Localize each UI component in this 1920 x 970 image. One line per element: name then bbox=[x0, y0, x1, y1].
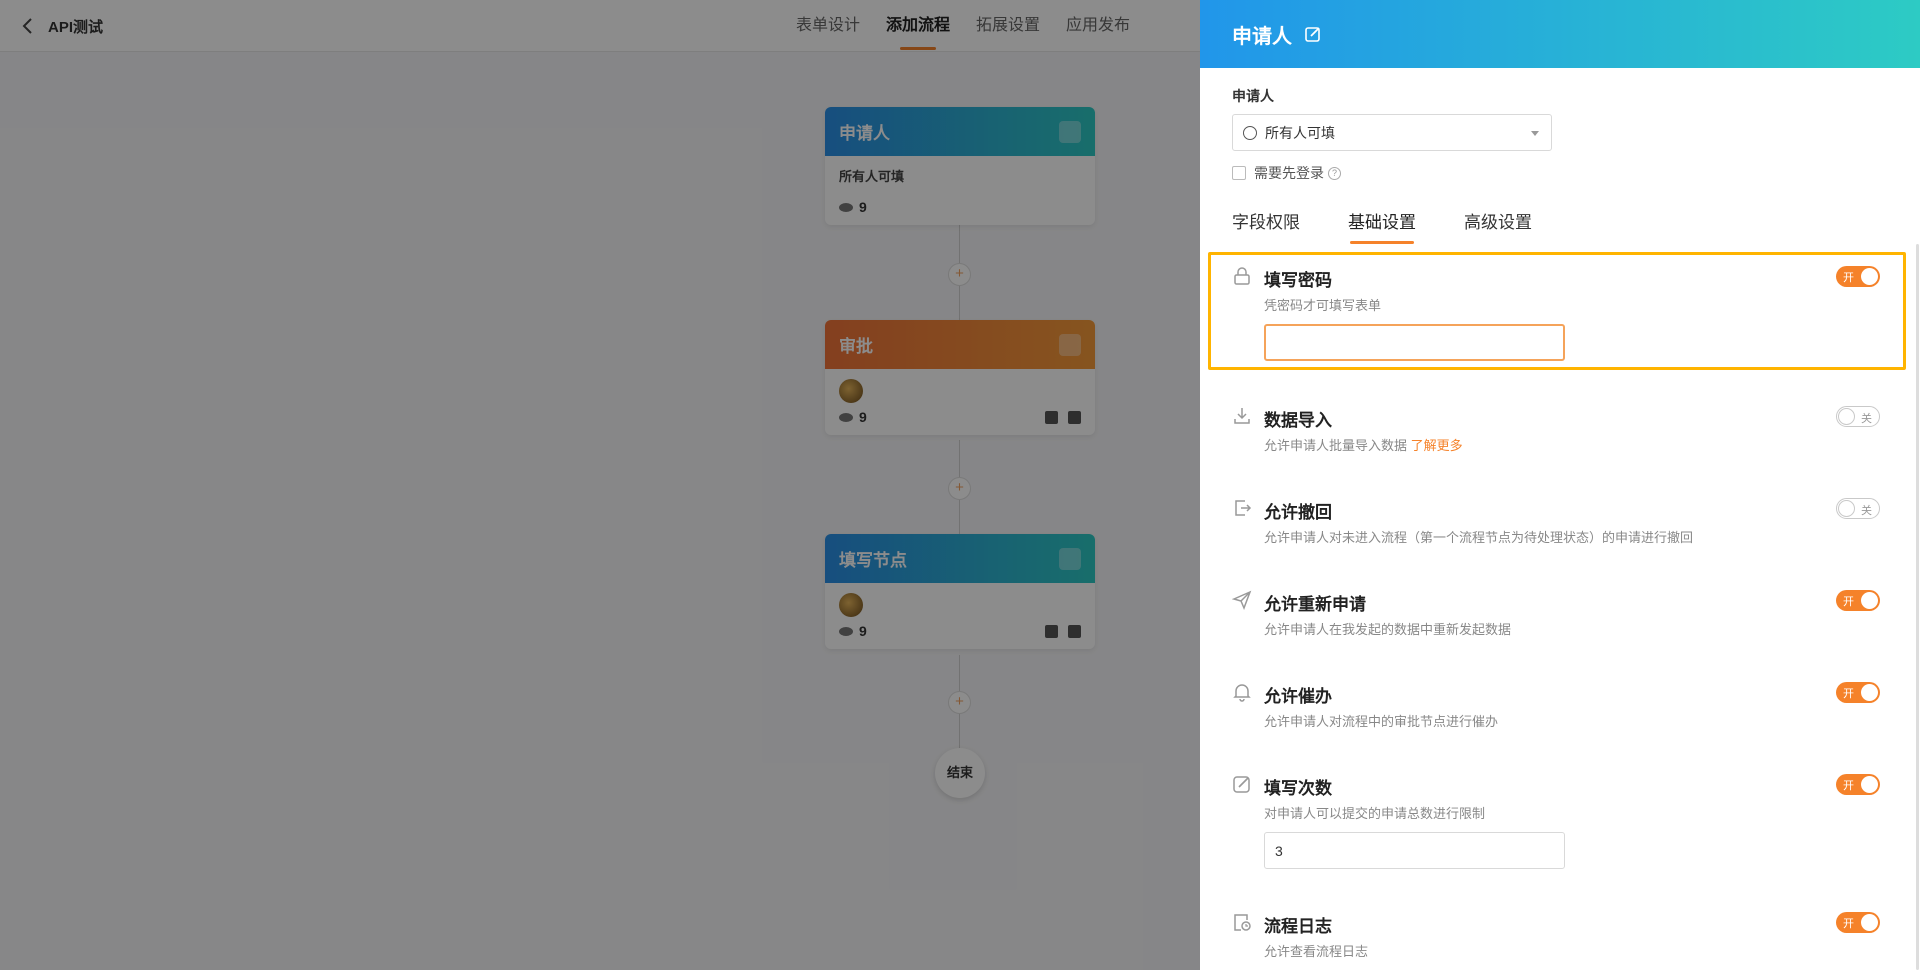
settings-drawer: 申请人 申请人 所有人可填 需要先登录 ? 字段权限 基础设置 高级设置 填写密… bbox=[1200, 0, 1920, 970]
tab-field-permissions[interactable]: 字段权限 bbox=[1232, 208, 1300, 244]
tab-advanced-settings[interactable]: 高级设置 bbox=[1464, 208, 1532, 244]
exit-icon bbox=[1235, 500, 1252, 516]
modal-overlay[interactable] bbox=[0, 0, 1200, 970]
lock-icon bbox=[1234, 267, 1250, 285]
applicant-label: 申请人 bbox=[1232, 88, 1274, 104]
drawer-header: 申请人 bbox=[1200, 0, 1920, 68]
password-toggle[interactable]: 开 bbox=[1836, 266, 1880, 287]
toggle-label: 开 bbox=[1843, 272, 1854, 284]
reapply-toggle[interactable]: 开 bbox=[1836, 590, 1880, 611]
setting-title: 允许重新申请 bbox=[1264, 595, 1366, 614]
toggle-label: 开 bbox=[1843, 688, 1854, 700]
globe-icon bbox=[1243, 125, 1257, 140]
applicant-select[interactable]: 所有人可填 bbox=[1232, 114, 1552, 151]
drawer-subtabs: 字段权限 基础设置 高级设置 bbox=[1232, 208, 1580, 244]
log-clock-icon bbox=[1234, 914, 1251, 931]
toggle-label: 关 bbox=[1861, 505, 1872, 517]
caret-down-icon bbox=[1531, 131, 1539, 136]
applicant-select-value: 所有人可填 bbox=[1265, 124, 1335, 141]
setting-desc: 允许申请人对未进入流程（第一个流程节点为待处理状态）的申请进行撤回 bbox=[1264, 530, 1694, 545]
setting-title: 数据导入 bbox=[1264, 411, 1332, 430]
help-icon[interactable]: ? bbox=[1328, 166, 1341, 180]
setting-desc: 允许申请人批量导入数据 了解更多 bbox=[1264, 435, 1463, 454]
login-required-checkbox[interactable] bbox=[1232, 166, 1246, 180]
setting-title: 填写次数 bbox=[1264, 779, 1332, 798]
data-import-toggle[interactable]: 关 bbox=[1836, 406, 1880, 427]
bell-icon bbox=[1233, 684, 1251, 702]
setting-title: 允许催办 bbox=[1264, 687, 1332, 706]
login-required-label: 需要先登录 bbox=[1254, 165, 1324, 181]
setting-desc: 对申请人可以提交的申请总数进行限制 bbox=[1264, 806, 1486, 821]
login-required-row: 需要先登录 ? bbox=[1232, 163, 1341, 183]
setting-desc-text: 允许申请人批量导入数据 bbox=[1264, 438, 1408, 453]
fill-times-toggle[interactable]: 开 bbox=[1836, 774, 1880, 795]
setting-desc: 允许申请人对流程中的审批节点进行催办 bbox=[1264, 714, 1499, 729]
tab-basic-settings[interactable]: 基础设置 bbox=[1348, 208, 1416, 244]
setting-title: 填写密码 bbox=[1264, 271, 1332, 290]
setting-desc: 凭密码才可填写表单 bbox=[1264, 298, 1382, 313]
pencil-icon bbox=[1233, 776, 1250, 793]
toggle-label: 关 bbox=[1861, 413, 1872, 425]
flow-log-toggle[interactable]: 开 bbox=[1836, 912, 1880, 933]
send-icon bbox=[1232, 590, 1252, 610]
toggle-label: 开 bbox=[1843, 918, 1854, 930]
learn-more-link[interactable]: 了解更多 bbox=[1411, 438, 1463, 453]
setting-title: 允许撤回 bbox=[1264, 503, 1332, 522]
withdraw-toggle[interactable]: 关 bbox=[1836, 498, 1880, 519]
toggle-label: 开 bbox=[1843, 596, 1854, 608]
setting-desc: 允许查看流程日志 bbox=[1264, 944, 1369, 959]
scrollbar[interactable] bbox=[1916, 244, 1919, 970]
fill-times-input[interactable] bbox=[1264, 832, 1565, 869]
drawer-title: 申请人 bbox=[1232, 25, 1292, 48]
download-icon bbox=[1234, 408, 1250, 424]
edit-icon[interactable] bbox=[1304, 25, 1322, 43]
setting-desc: 允许申请人在我发起的数据中重新发起数据 bbox=[1264, 622, 1512, 637]
urge-toggle[interactable]: 开 bbox=[1836, 682, 1880, 703]
password-input[interactable] bbox=[1264, 324, 1565, 361]
toggle-label: 开 bbox=[1843, 780, 1854, 792]
setting-title: 流程日志 bbox=[1264, 917, 1332, 936]
